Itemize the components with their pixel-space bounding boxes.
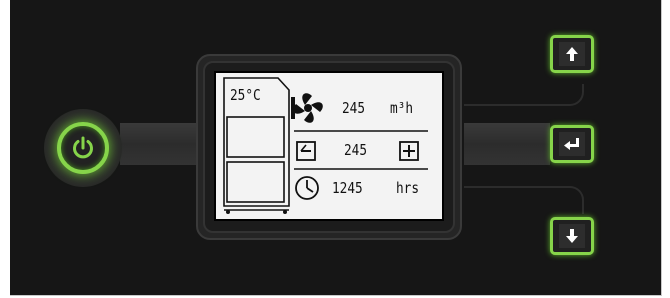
temperature-readout: 25°C <box>230 86 261 104</box>
power-icon <box>73 136 93 159</box>
arrow-down-icon <box>566 229 578 243</box>
plus-icon <box>399 141 419 161</box>
up-button[interactable] <box>550 35 594 73</box>
power-button[interactable] <box>57 122 109 174</box>
airflow-value: 245 <box>342 99 366 117</box>
enter-button-face <box>559 132 585 156</box>
operating-hours-unit: hrs <box>396 179 420 197</box>
up-button-face <box>559 42 585 66</box>
clock-icon <box>295 176 319 200</box>
panel-rail-top-line <box>464 84 584 106</box>
down-button[interactable] <box>550 217 594 255</box>
airflow-unit: m³h <box>390 99 414 117</box>
enter-icon <box>564 138 579 150</box>
fan-icon <box>291 93 323 123</box>
panel-rail-left <box>120 123 205 165</box>
minus-icon <box>296 141 316 161</box>
lcd-screen: 25°C 245 m³h 245 1245 hrs <box>214 71 444 221</box>
panel-rail-bottom-line <box>464 186 584 214</box>
enter-button[interactable] <box>550 125 594 163</box>
arrow-up-icon <box>566 47 578 61</box>
down-button-face <box>559 224 585 248</box>
operating-hours-value: 1245 <box>332 179 363 197</box>
panel-rail-right <box>464 123 550 165</box>
setpoint-value: 245 <box>344 141 368 159</box>
